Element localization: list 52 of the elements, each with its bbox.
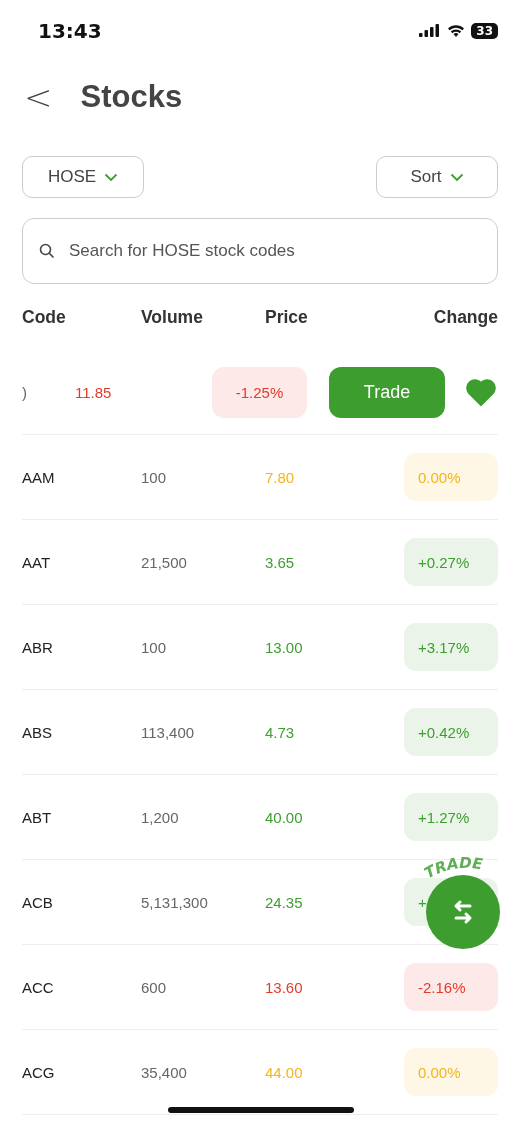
stock-price: 13.60 [265,978,304,996]
stock-volume: 600 [141,978,168,996]
status-time: 13:43 [38,19,102,43]
stock-price: 44.00 [265,1063,304,1081]
stock-price: 7.80 [265,468,296,486]
stock-code: ABS [22,723,53,741]
column-header: Volume [141,306,204,328]
signal-icon [419,24,442,38]
stock-price: 4.73 [265,723,296,741]
chevron-down-icon [104,172,119,182]
change-badge: +0.27% [404,538,498,586]
stock-volume: 100 [141,638,168,656]
stock-volume: 100 [141,468,168,486]
column-header: Change [433,306,498,328]
stock-code: AAT [22,553,52,571]
change-badge: +1.27% [404,793,498,841]
stock-price: 40.00 [265,808,304,826]
chevron-down-icon [449,172,464,182]
change-badge: 0.00% [404,1048,498,1096]
stock-volume: 113,400 [141,723,196,741]
stock-volume: 5,131,300 [141,893,209,911]
stock-code: ACG [22,1063,56,1081]
stock-code: ABT [22,808,53,826]
stock-code: AAM [22,468,56,486]
stock-price: 3.65 [265,553,296,571]
change-badge: +3.17% [404,623,498,671]
change-badge: 0.00% [404,453,498,501]
change-badge: -1.25% [212,366,307,418]
column-header: Code [22,306,67,328]
stock-price: 24.35 [265,893,304,911]
stock-price: 13.00 [265,638,304,656]
column-header: Price [265,306,309,328]
exchange-dropdown[interactable]: HOSE [22,156,144,198]
page-title: Stocks [80,79,183,115]
stock-volume: 21,500 [141,553,188,571]
stock-volume: 1,200 [141,808,180,826]
change-badge: +0.42% [404,708,498,756]
back-button[interactable]: < [20,77,57,117]
stock-code: ) [22,383,28,401]
search-icon [39,243,55,259]
stock-code: ACC [22,978,55,996]
battery-icon: 33 [471,23,498,39]
wifi-icon [447,24,466,38]
sort-dropdown[interactable]: Sort [376,156,498,198]
stock-price: 11.85 [75,383,113,401]
stock-volume: 35,400 [141,1063,188,1081]
search-bar[interactable]: Search for HOSE stock codes [22,218,498,284]
stock-code: ABR [22,638,54,656]
change-badge: -2.16% [404,963,498,1011]
stock-code: ACB [22,893,54,911]
heart-icon[interactable] [466,378,496,406]
trade-label: TRADE [424,849,502,881]
